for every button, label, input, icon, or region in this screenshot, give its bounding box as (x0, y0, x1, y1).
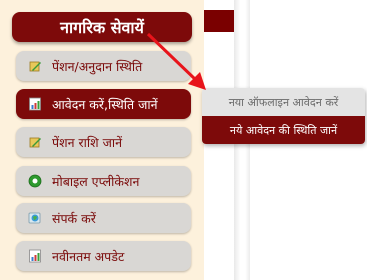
menu-item-label: पेंशन राशि जानें (52, 134, 123, 150)
menu-item-latest-update[interactable]: नवीनतम अपडेट (16, 241, 191, 271)
menu-item-contact[interactable]: संपर्क करें (16, 203, 191, 233)
menu-item-mobile-app[interactable]: मोबाइल एप्लीकेशन (16, 166, 191, 196)
submenu-dropdown: नया ऑफलाइन आवेदन करें नये आवेदन की स्थित… (202, 88, 365, 144)
submenu-item-new-application-status[interactable]: नये आवेदन की स्थिति जानें (202, 116, 365, 144)
menu-item-label: नवीनतम अपडेट (52, 248, 125, 264)
sidebar-header: नागरिक सेवायें (12, 12, 192, 42)
green-circle-icon (28, 174, 42, 188)
menu-item-label: आवेदन करें,स्थिति जानें (52, 96, 158, 112)
menu-item-apply-status[interactable]: आवेदन करें,स्थिति जानें (16, 89, 191, 119)
menu-item-label: संपर्क करें (52, 210, 96, 226)
menu-item-label: मोबाइल एप्लीकेशन (52, 173, 140, 189)
pencil-notepad-icon (29, 61, 41, 72)
menu-item-label: पेंशन/अनुदान स्थिति (52, 58, 143, 74)
submenu-item-label: नये आवेदन की स्थिति जानें (229, 123, 338, 137)
submenu-item-label: नया ऑफलाइन आवेदन करें (228, 95, 339, 109)
sidebar-header-title: नागरिक सेवायें (60, 18, 144, 37)
document-chart-icon (29, 249, 41, 263)
document-chart-icon (29, 97, 41, 111)
menu-item-pension-amount[interactable]: पेंशन राशि जानें (16, 127, 191, 157)
pencil-notepad-icon (29, 137, 41, 148)
submenu-item-new-offline-application[interactable]: नया ऑफलाइन आवेदन करें (202, 88, 365, 116)
menu-item-pension-status[interactable]: पेंशन/अनुदान स्थिति (16, 51, 191, 81)
contact-globe-icon (28, 212, 41, 224)
